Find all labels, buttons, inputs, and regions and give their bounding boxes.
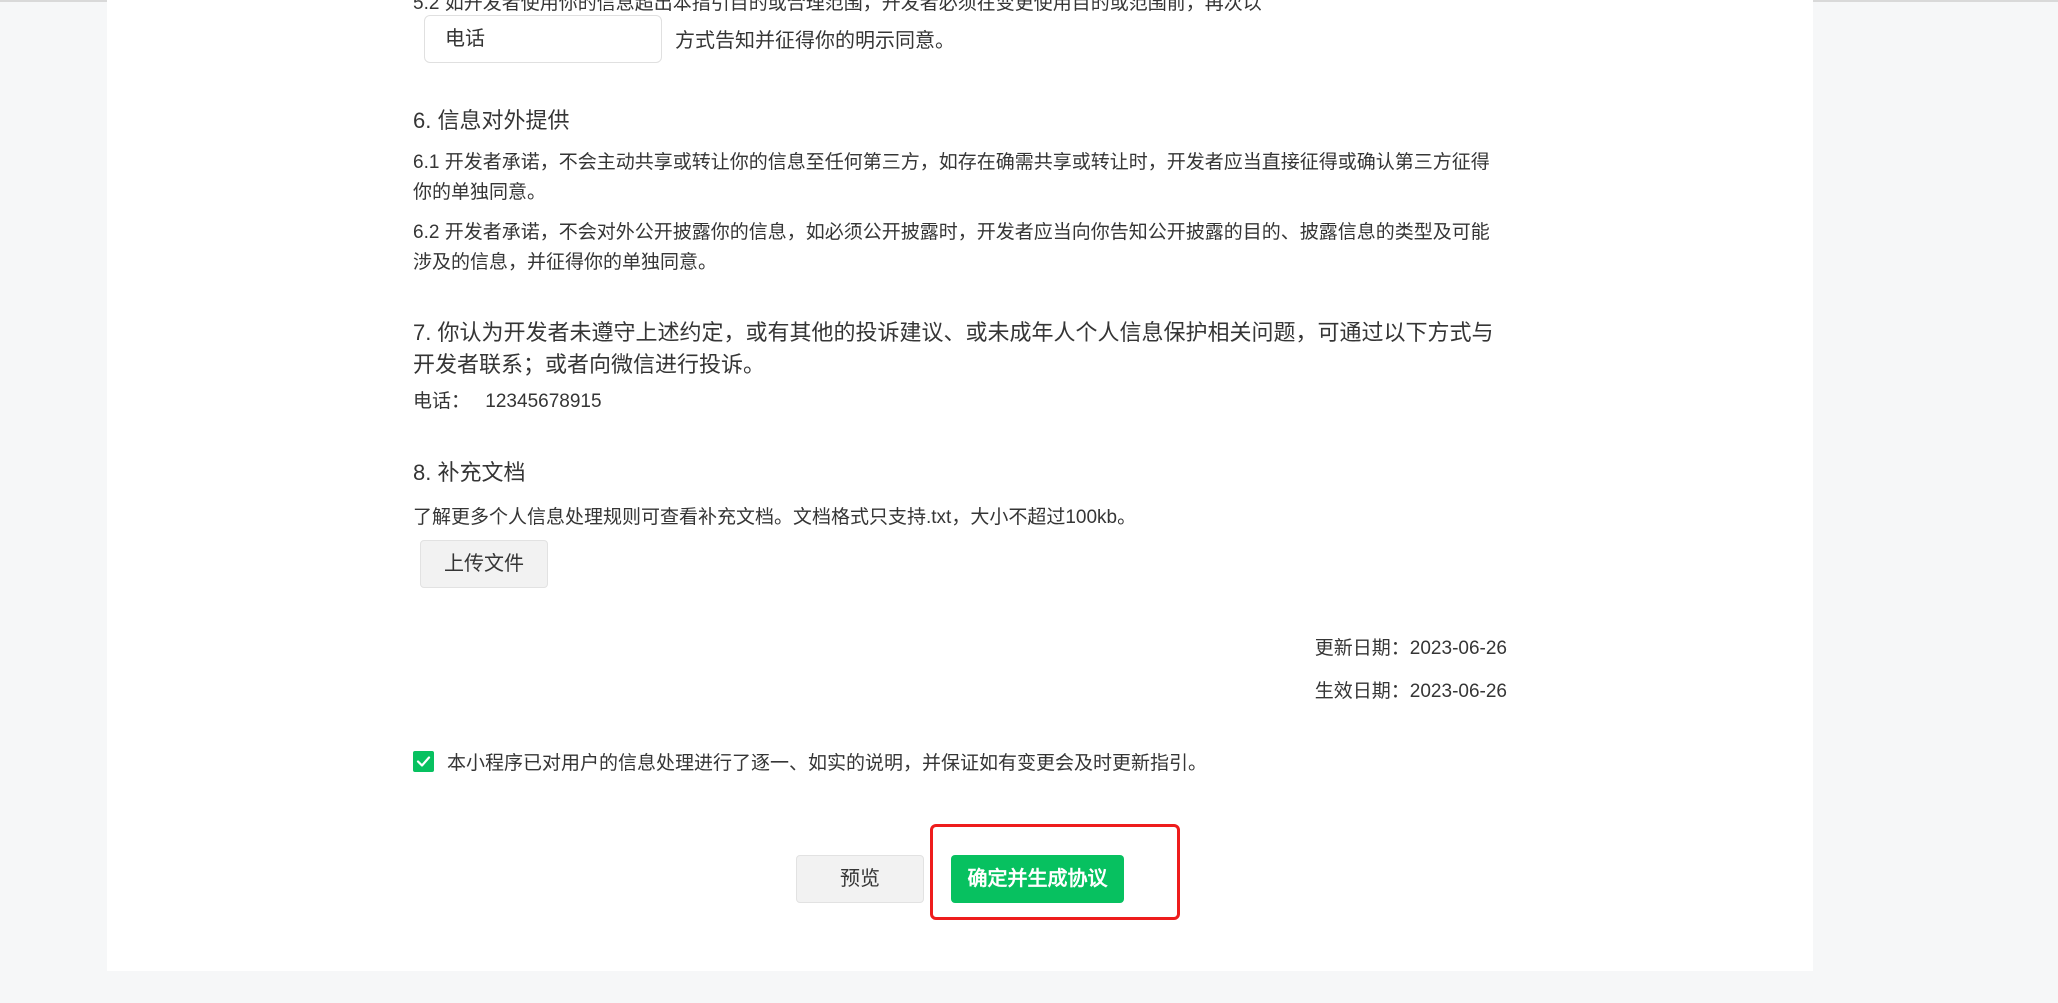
contact-phone-row: 电话： 12345678915 bbox=[413, 386, 1503, 413]
section-6-title: 6. 信息对外提供 bbox=[413, 108, 570, 133]
confirm-checkbox[interactable] bbox=[413, 751, 434, 772]
effective-date: 生效日期：2023-06-26 bbox=[1314, 681, 1507, 702]
contact-method-value: 电话 bbox=[445, 28, 485, 50]
section-8-title: 8. 补充文档 bbox=[413, 460, 526, 485]
item-6-1-text: 6.1 开发者承诺，不会主动共享或转让你的信息至任何第三方，如存在确需共享或转让… bbox=[413, 152, 1490, 203]
contact-method-select[interactable]: 电话 bbox=[424, 15, 662, 63]
phone-label: 电话： bbox=[413, 391, 471, 412]
section-7-title: 7. 你认为开发者未遵守上述约定，或有其他的投诉建议、或未成年人个人信息保护相关… bbox=[413, 320, 1494, 377]
item-6-2-text: 6.2 开发者承诺，不会对外公开披露你的信息，如必须公开披露时，开发者应当向你告… bbox=[413, 222, 1490, 273]
confirm-generate-button[interactable]: 确定并生成协议 bbox=[951, 855, 1124, 903]
confirm-checkbox-label[interactable]: 本小程序已对用户的信息处理进行了逐一、如实的说明，并保证如有变更会及时更新指引。 bbox=[447, 748, 1207, 775]
contact-method-suffix: 方式告知并征得你的明示同意。 bbox=[675, 30, 955, 52]
updated-date: 更新日期：2023-06-26 bbox=[1314, 638, 1507, 659]
upload-file-button[interactable]: 上传文件 bbox=[420, 540, 548, 588]
phone-value: 12345678915 bbox=[485, 391, 602, 412]
preview-button[interactable]: 预览 bbox=[796, 855, 924, 903]
checkmark-icon bbox=[416, 756, 431, 767]
supplementary-doc-description: 了解更多个人信息处理规则可查看补充文档。文档格式只支持.txt，大小不超过100… bbox=[413, 507, 1137, 528]
item-5-2-text: 5.2 如开发者使用你的信息超出本指引目的或合理范围，开发者必须在变更使用目的或… bbox=[413, 0, 1262, 14]
